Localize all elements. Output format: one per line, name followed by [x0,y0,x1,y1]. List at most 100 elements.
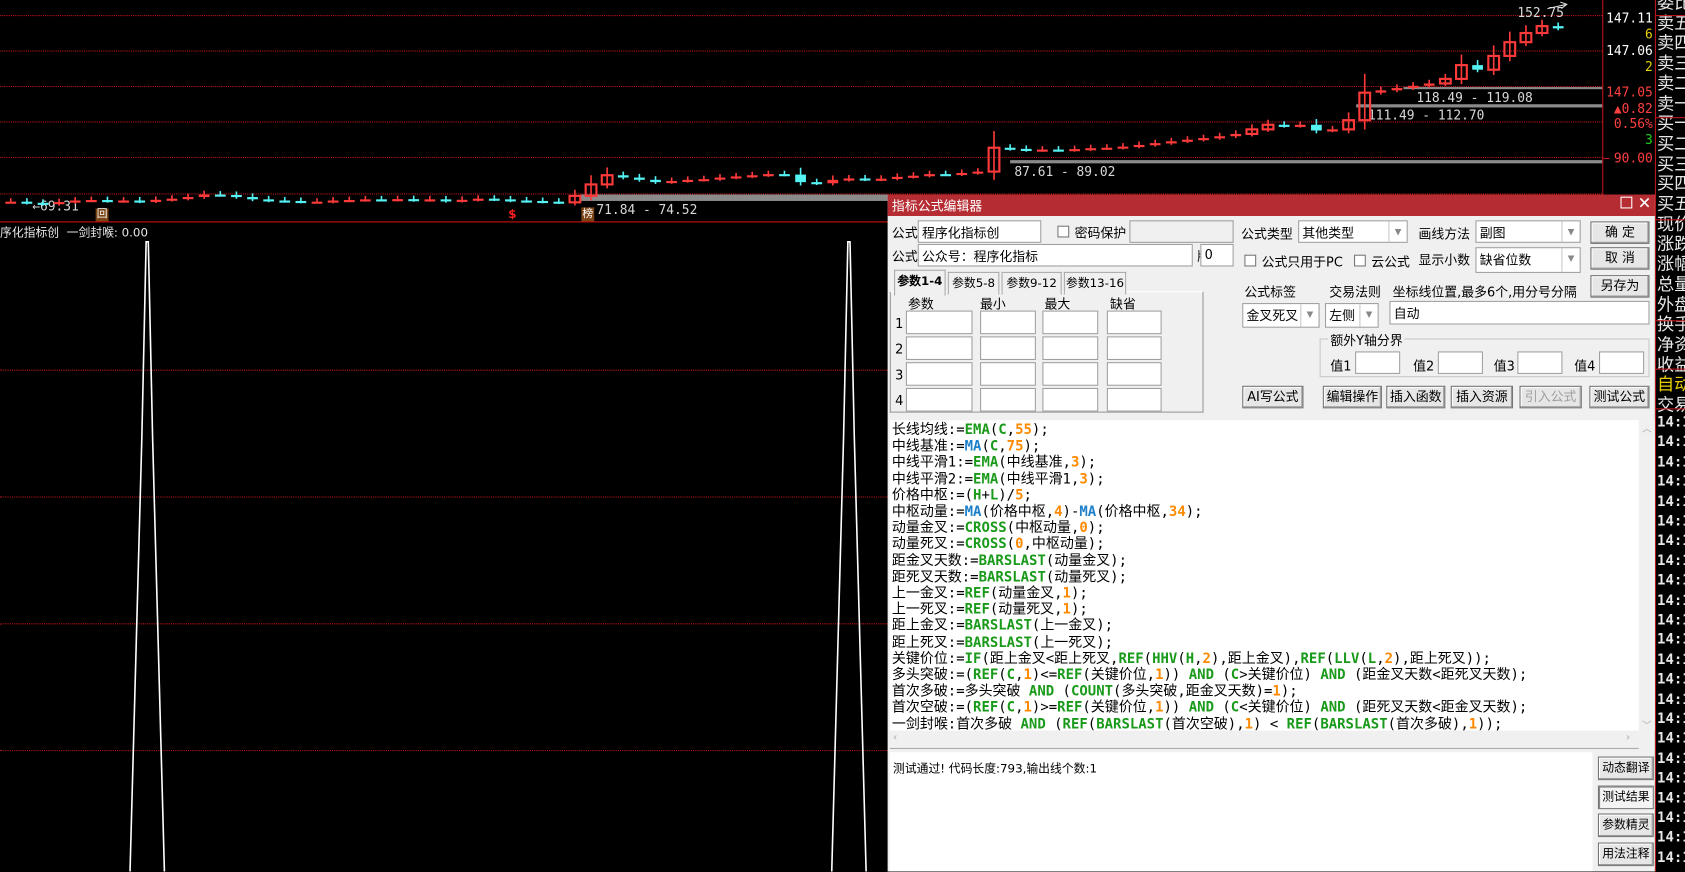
indicator-panel[interactable]: 序化指标创 一剑封喉: 0.00 [0,222,888,872]
yaxis-value-input[interactable] [1437,351,1483,374]
candlestick-chart[interactable]: 71.84 - 74.52 87.61 - 89.02 111.49 - 112… [0,0,1603,222]
tab-4[interactable]: 参数13-16 [1063,271,1127,295]
action-button[interactable]: AI写公式 [1242,385,1304,409]
code-text: ( [1311,716,1321,731]
draw-method-select[interactable]: 副图 ▼ [1475,220,1581,243]
candle-body [924,174,935,177]
tab-1[interactable]: 参数1-4 [894,269,946,296]
high-arrow-icon [1547,1,1568,10]
side-button[interactable]: 用法注释 [1597,841,1654,866]
yaxis-value-label: 值3 [1493,358,1515,374]
candle-body [21,201,33,204]
scroll-right-icon[interactable]: › [1626,732,1630,744]
code-token: 1 [1062,602,1071,619]
code-token: C [1006,700,1016,717]
axis-position-input[interactable]: 自动 [1389,300,1650,325]
param-input[interactable] [905,362,973,386]
password-input[interactable] [1129,220,1234,243]
trade-rule-select[interactable]: 左侧 ▼ [1324,303,1379,328]
candle-body [891,176,903,180]
param-input[interactable] [1106,362,1162,386]
ok-button[interactable]: 确 定 [1590,221,1650,244]
tab-3[interactable]: 参数9-12 [1001,271,1062,295]
param-row-number: 3 [895,367,904,383]
code-token: COUNT [1070,683,1114,700]
param-input[interactable] [905,387,973,412]
formula-name-input[interactable]: 程序化指标创 [917,220,1042,243]
action-button[interactable]: 引入公式 [1519,385,1582,409]
side-button[interactable]: 参数精灵 [1597,813,1654,838]
action-button[interactable]: 测试公式 [1589,385,1650,409]
scroll-left-icon[interactable]: ‹ [893,732,897,744]
code-line: 首次空破:=(REF(C,1)>=REF(关键价位,1)) AND (C<关键价… [892,700,1639,716]
tab-2[interactable]: 参数5-8 [947,271,1000,295]
horizontal-scrollbar[interactable]: ‹ › [889,730,1639,749]
vertical-scrollbar[interactable]: ︿ ﹀ [1638,420,1655,732]
cloud-checkbox[interactable] [1353,254,1366,267]
param-input[interactable] [1106,310,1162,335]
yaxis-value-input[interactable] [1599,351,1645,374]
action-button[interactable]: 插入函数 [1386,385,1446,409]
side-button[interactable]: 动态翻译 [1597,756,1654,781]
code-token: REF [1300,651,1326,668]
param-input[interactable] [1106,387,1162,412]
side-button[interactable]: 测试结果 [1597,784,1654,809]
code-editor[interactable]: 长线均线:=EMA(C,55); 中线基准:=MA(C,75); 中线平滑1:=EM… [889,420,1639,731]
formula-type-select[interactable]: 其他类型 ▼ [1298,220,1408,243]
time-row: 14:1 [1657,671,1685,688]
code-text: ( [998,700,1007,717]
code-text: 中线平滑1:= [891,454,974,472]
code-text: ,中枢动量); [1023,536,1105,553]
param-input[interactable] [905,336,973,360]
code-text: ; [1023,487,1032,504]
action-button[interactable]: 编辑操作 [1322,385,1382,409]
quote-value: ▲0.82 [1613,101,1653,117]
param-input[interactable] [1042,310,1099,335]
version-input[interactable]: 0 [1200,243,1234,267]
scroll-up-icon[interactable]: ︿ [1642,421,1652,435]
code-text: ) < [1253,716,1287,731]
code-text: ); [1280,683,1298,700]
yaxis-value-input[interactable] [1355,351,1401,374]
dialog-titlebar[interactable]: 指标公式编辑器 [887,194,1655,216]
save-as-button[interactable]: 另存为 [1590,275,1650,298]
param-input[interactable] [980,387,1036,412]
select-value: 缺省位数 [1479,252,1532,268]
param-input[interactable] [1042,387,1099,412]
cancel-button[interactable]: 取 消 [1590,247,1650,270]
time-row: 14:1 [1657,731,1685,748]
candle-body [698,179,710,182]
yaxis-value-input[interactable] [1517,351,1563,374]
candle-body [37,202,49,205]
param-input[interactable] [1042,336,1099,360]
param-input[interactable] [980,362,1036,386]
side-label: 交易 [1657,394,1685,415]
candle-body [231,194,242,198]
close-icon[interactable]: ✕ [1638,193,1652,212]
param-input[interactable] [1042,362,1099,386]
candle-body [617,175,629,178]
decimals-select[interactable]: 缺省位数 ▼ [1475,247,1581,273]
signal-spike [129,240,166,872]
time-row: 14:1 [1657,790,1685,807]
candle-body [1214,136,1226,139]
password-checkbox[interactable] [1057,225,1070,238]
code-token: AND [1020,716,1046,731]
candle-body [1278,124,1290,127]
code-text: (中线平滑1, [998,471,1080,488]
pc-only-checkbox[interactable] [1244,254,1257,267]
scroll-down-icon[interactable]: ﹀ [1642,718,1652,732]
formula-desc-input[interactable]: 公众号：程序化指标 [917,243,1193,267]
param-input[interactable] [980,310,1036,335]
param-input[interactable] [905,310,973,335]
code-text: ); [1185,504,1203,521]
axis-label: 坐标线位置,最多6个,用分号分隔 [1392,284,1577,300]
code-text: ( [1054,683,1071,700]
param-input[interactable] [980,336,1036,360]
formula-tag-select[interactable]: 金叉死叉 ▼ [1242,303,1320,328]
side-label: 净资 [1657,334,1685,355]
param-input[interactable] [1106,336,1162,360]
code-line: 长线均线:=EMA(C,55); [892,422,1639,438]
maximize-icon[interactable] [1620,196,1633,209]
action-button[interactable]: 插入资源 [1450,385,1514,409]
